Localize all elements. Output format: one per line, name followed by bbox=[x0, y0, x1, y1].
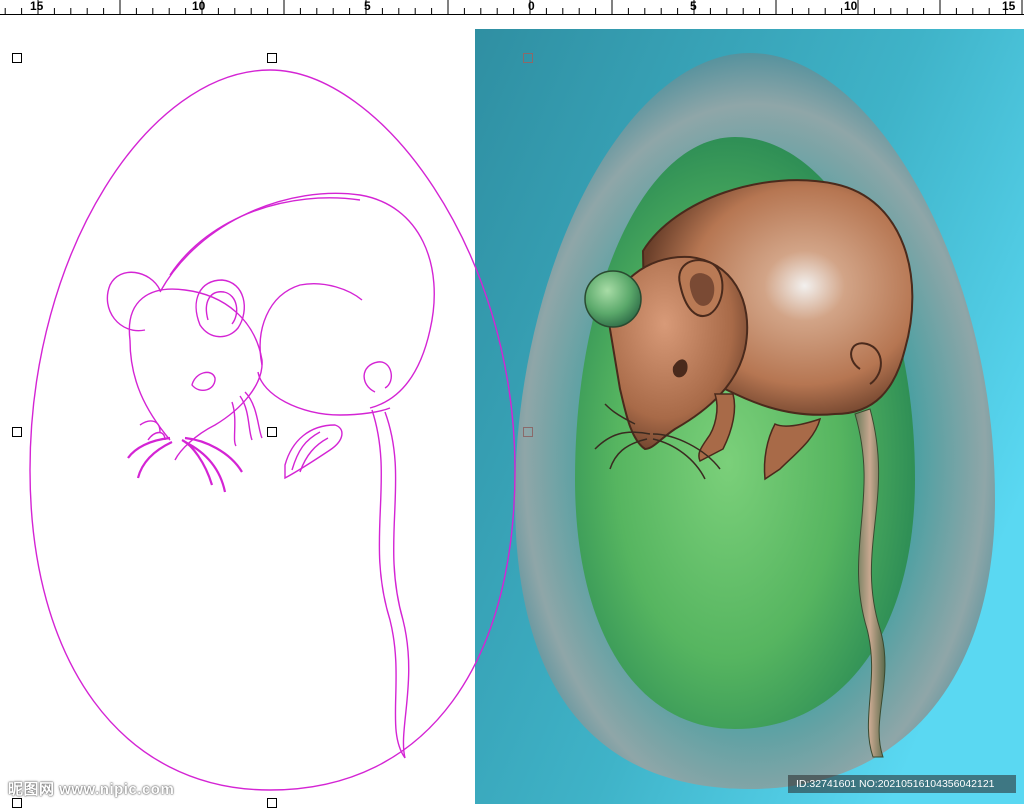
image-id-bar: ID:32741601 NO:20210516104356042121 bbox=[788, 775, 1016, 793]
relief-ear-back bbox=[584, 270, 642, 328]
ruler-label: 15 bbox=[1002, 0, 1016, 13]
ruler-label: 10 bbox=[844, 0, 858, 13]
ruler-label: 0 bbox=[528, 0, 535, 13]
selection-handle-mid-left[interactable] bbox=[12, 427, 22, 437]
ruler-label: 15 bbox=[30, 0, 44, 13]
selection-handle-bottom-left[interactable] bbox=[12, 798, 22, 808]
selection-handle-top-right[interactable] bbox=[523, 53, 533, 63]
ruler-ticks bbox=[4, 0, 1023, 14]
selection-handle-bottom-mid[interactable] bbox=[267, 798, 277, 808]
relief-render bbox=[475, 29, 1024, 804]
ruler-label: 5 bbox=[690, 0, 697, 13]
relief-image bbox=[475, 29, 1024, 804]
selection-handle-top-left[interactable] bbox=[12, 53, 22, 63]
selection-handle-top-mid[interactable] bbox=[267, 53, 277, 63]
ruler-label: 10 bbox=[192, 0, 206, 13]
selection-handle-mid-right[interactable] bbox=[523, 427, 533, 437]
ruler-label: 5 bbox=[364, 0, 371, 13]
watermark-text: 昵图网 www.nipic.com bbox=[8, 781, 175, 798]
selection-handle-center[interactable] bbox=[267, 427, 277, 437]
top-ruler[interactable]: 15 10 5 0 5 10 15 bbox=[0, 0, 1024, 15]
